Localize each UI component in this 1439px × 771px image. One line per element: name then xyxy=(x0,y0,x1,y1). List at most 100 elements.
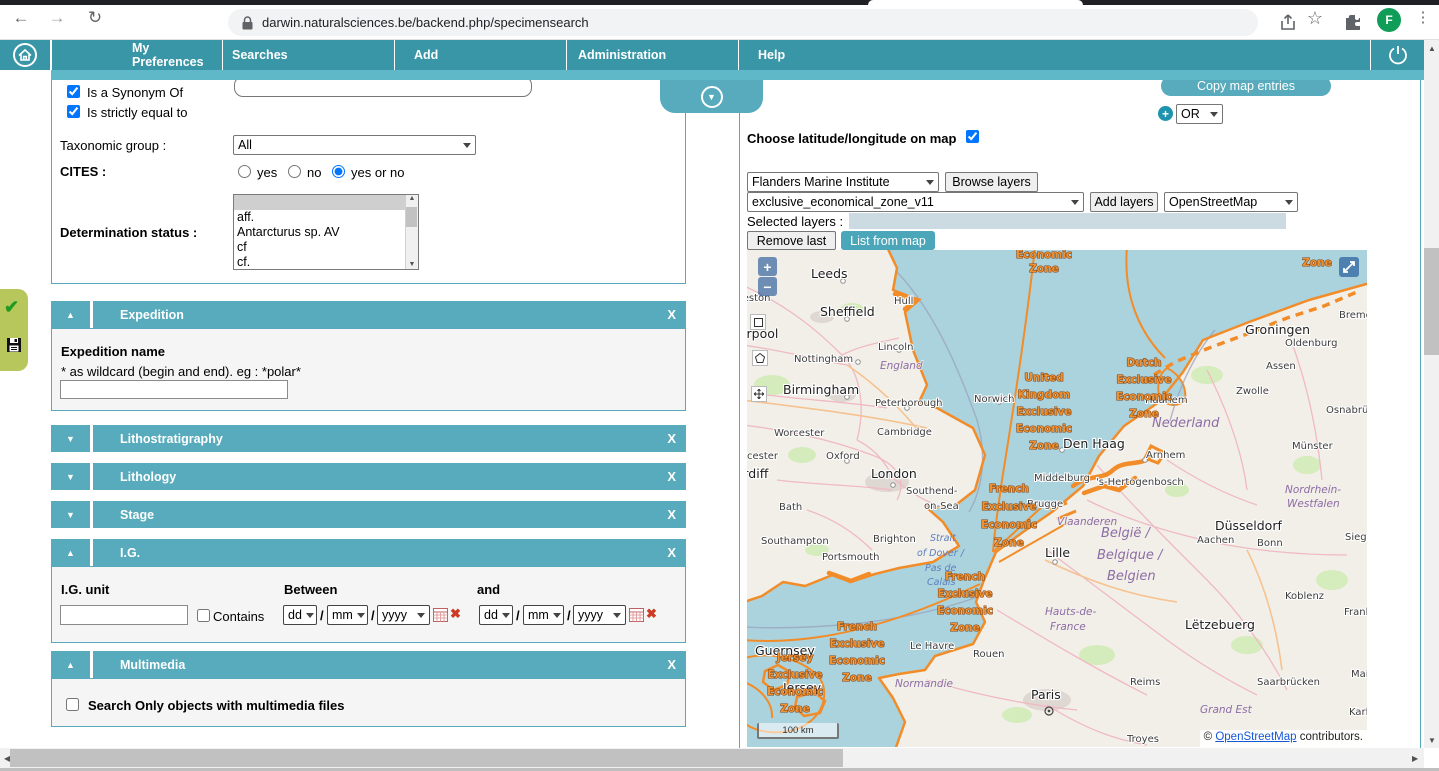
date-to-day-select[interactable]: dd xyxy=(479,605,513,625)
back-icon[interactable]: ← xyxy=(8,8,34,28)
listbox-option[interactable]: cf xyxy=(234,240,418,255)
strictly-equal-checkbox[interactable] xyxy=(67,105,80,118)
multimedia-only-checkbox[interactable] xyxy=(66,698,79,711)
section-multimedia-collapse[interactable]: ▲ xyxy=(51,651,90,678)
close-icon[interactable]: X xyxy=(667,539,676,566)
map-label: Lille xyxy=(1045,545,1070,560)
listbox-scroll-thumb[interactable] xyxy=(406,207,417,227)
expedition-name-input[interactable] xyxy=(60,380,288,399)
synonym-checkbox[interactable] xyxy=(67,85,80,98)
operator-select[interactable]: OR xyxy=(1176,104,1223,124)
add-layers-button[interactable]: Add layers xyxy=(1090,192,1158,212)
section-lithostratigraphy-header[interactable]: LithostratigraphyX xyxy=(93,425,686,452)
bookmark-star-icon[interactable]: ☆ xyxy=(1302,8,1328,29)
date-from-month-select[interactable]: mm xyxy=(327,605,368,625)
vertical-scrollbar[interactable] xyxy=(1424,40,1439,748)
listbox-option[interactable]: cf. xyxy=(234,255,418,270)
remove-last-button[interactable]: Remove last xyxy=(747,231,836,250)
add-operator-icon[interactable]: + xyxy=(1158,106,1173,121)
section-stage-header[interactable]: StageX xyxy=(93,501,686,528)
multimedia-only-label: Search Only objects with multimedia file… xyxy=(88,698,344,713)
map-fullscreen-button[interactable] xyxy=(1339,257,1359,277)
forward-icon[interactable]: → xyxy=(44,8,70,28)
section-lithology-header[interactable]: LithologyX xyxy=(93,463,686,490)
scroll-up-arrow[interactable]: ▲ xyxy=(1428,44,1436,53)
section-expedition-collapse[interactable]: ▲ xyxy=(51,301,90,328)
nav-administration[interactable]: Administration xyxy=(566,40,738,70)
openstreetmap-link[interactable]: OpenStreetMap xyxy=(1215,731,1296,743)
map-label: Oxford xyxy=(826,451,860,462)
clear-date-icon[interactable]: ✖ xyxy=(646,606,657,622)
listbox-scrollbar[interactable]: ▲▼ xyxy=(405,195,418,269)
listbox-option[interactable]: Antarcturus sp. AV xyxy=(234,225,418,240)
list-from-map-button[interactable]: List from map xyxy=(841,231,935,250)
section-multimedia-header[interactable]: MultimediaX xyxy=(93,651,686,678)
cites-radio-yes-or-no[interactable] xyxy=(332,165,345,178)
scroll-right-arrow[interactable]: ▶ xyxy=(1412,754,1418,763)
section-ig-collapse[interactable]: ▲ xyxy=(51,539,90,566)
map-canvas[interactable]: LeedsSheffieldLiverpoolBirminghamCardiff… xyxy=(747,250,1367,747)
section-lithology-collapse[interactable]: ▼ xyxy=(51,463,90,490)
cites-radio-no[interactable] xyxy=(288,165,301,178)
map-label: of Dover / xyxy=(917,548,966,559)
nav-add[interactable]: Add xyxy=(394,40,566,70)
listbox-option-selected[interactable] xyxy=(234,195,418,210)
cites-radio-yes[interactable] xyxy=(238,165,251,178)
browse-layers-button[interactable]: Browse layers xyxy=(945,172,1038,192)
nav-help[interactable]: Help xyxy=(738,40,1370,70)
kebab-menu-icon[interactable]: ⋮ xyxy=(1410,8,1436,26)
map-zoom-out-button[interactable]: − xyxy=(758,277,777,296)
home-button[interactable] xyxy=(0,40,51,70)
map-label: Bremen xyxy=(1339,310,1367,321)
close-icon[interactable]: X xyxy=(667,651,676,678)
map-zoom-in-button[interactable]: + xyxy=(758,257,777,276)
draw-box-tool[interactable] xyxy=(750,314,766,330)
share-icon[interactable] xyxy=(1278,12,1298,32)
save-icon[interactable] xyxy=(6,337,22,353)
section-lithostratigraphy-collapse[interactable]: ▼ xyxy=(51,425,90,452)
layer-provider-select[interactable]: Flanders Marine Institute xyxy=(747,172,939,192)
taxonomic-group-select[interactable]: All xyxy=(233,135,476,155)
section-expedition-header[interactable]: ExpeditionX xyxy=(93,301,686,328)
logout-button[interactable] xyxy=(1370,40,1424,70)
refresh-icon[interactable]: ↻ xyxy=(82,8,108,28)
ig-unit-input[interactable] xyxy=(60,605,188,625)
date-to-month-select[interactable]: mm xyxy=(523,605,564,625)
eez-zone-label: Economic xyxy=(1016,423,1072,435)
date-to-year-select[interactable]: yyyy xyxy=(573,605,626,625)
map-label: Koblenz xyxy=(1285,591,1324,602)
extensions-icon[interactable] xyxy=(1343,12,1363,32)
pan-tool[interactable] xyxy=(751,386,767,402)
calendar-icon[interactable] xyxy=(629,608,644,622)
close-icon[interactable]: X xyxy=(667,463,676,490)
section-ig-header[interactable]: I.G.X xyxy=(93,539,686,566)
scroll-down-arrow[interactable]: ▼ xyxy=(1428,736,1436,745)
validate-check-icon[interactable]: ✔ xyxy=(4,297,19,318)
close-icon[interactable]: X xyxy=(667,425,676,452)
draw-polygon-tool[interactable] xyxy=(752,350,768,366)
map-label: Southend- xyxy=(906,486,958,497)
panel-collapse-tab[interactable]: ▼ xyxy=(660,80,763,113)
nav-searches[interactable]: Searches xyxy=(222,40,394,70)
listbox-scroll-down[interactable]: ▼ xyxy=(406,261,418,268)
eez-zone-label: Zone xyxy=(994,537,1023,549)
avatar[interactable]: F xyxy=(1377,8,1401,32)
choose-latlong-checkbox[interactable] xyxy=(966,130,979,143)
contains-checkbox[interactable] xyxy=(197,609,210,622)
close-icon[interactable]: X xyxy=(667,301,676,328)
close-icon[interactable]: X xyxy=(667,501,676,528)
selected-layers-field[interactable] xyxy=(849,213,1286,229)
clear-date-icon[interactable]: ✖ xyxy=(450,606,461,622)
section-stage-collapse[interactable]: ▼ xyxy=(51,501,90,528)
horizontal-scroll-thumb[interactable] xyxy=(10,749,843,767)
calendar-icon[interactable] xyxy=(433,608,448,622)
date-from-day-select[interactable]: dd xyxy=(283,605,317,625)
vertical-scroll-thumb[interactable] xyxy=(1424,248,1439,355)
nav-my-preferences[interactable]: My Preferences xyxy=(51,40,222,70)
determination-status-listbox[interactable]: aff.Antarcturus sp. AVcfcf. ▲▼ xyxy=(233,194,419,270)
date-from-year-select[interactable]: yyyy xyxy=(377,605,430,625)
listbox-option[interactable]: aff. xyxy=(234,210,418,225)
address-bar[interactable]: darwin.naturalsciences.be/backend.php/sp… xyxy=(228,9,1258,36)
layer-select[interactable]: exclusive_economical_zone_v11 xyxy=(747,192,1084,212)
basemap-select[interactable]: OpenStreetMap xyxy=(1164,192,1298,212)
